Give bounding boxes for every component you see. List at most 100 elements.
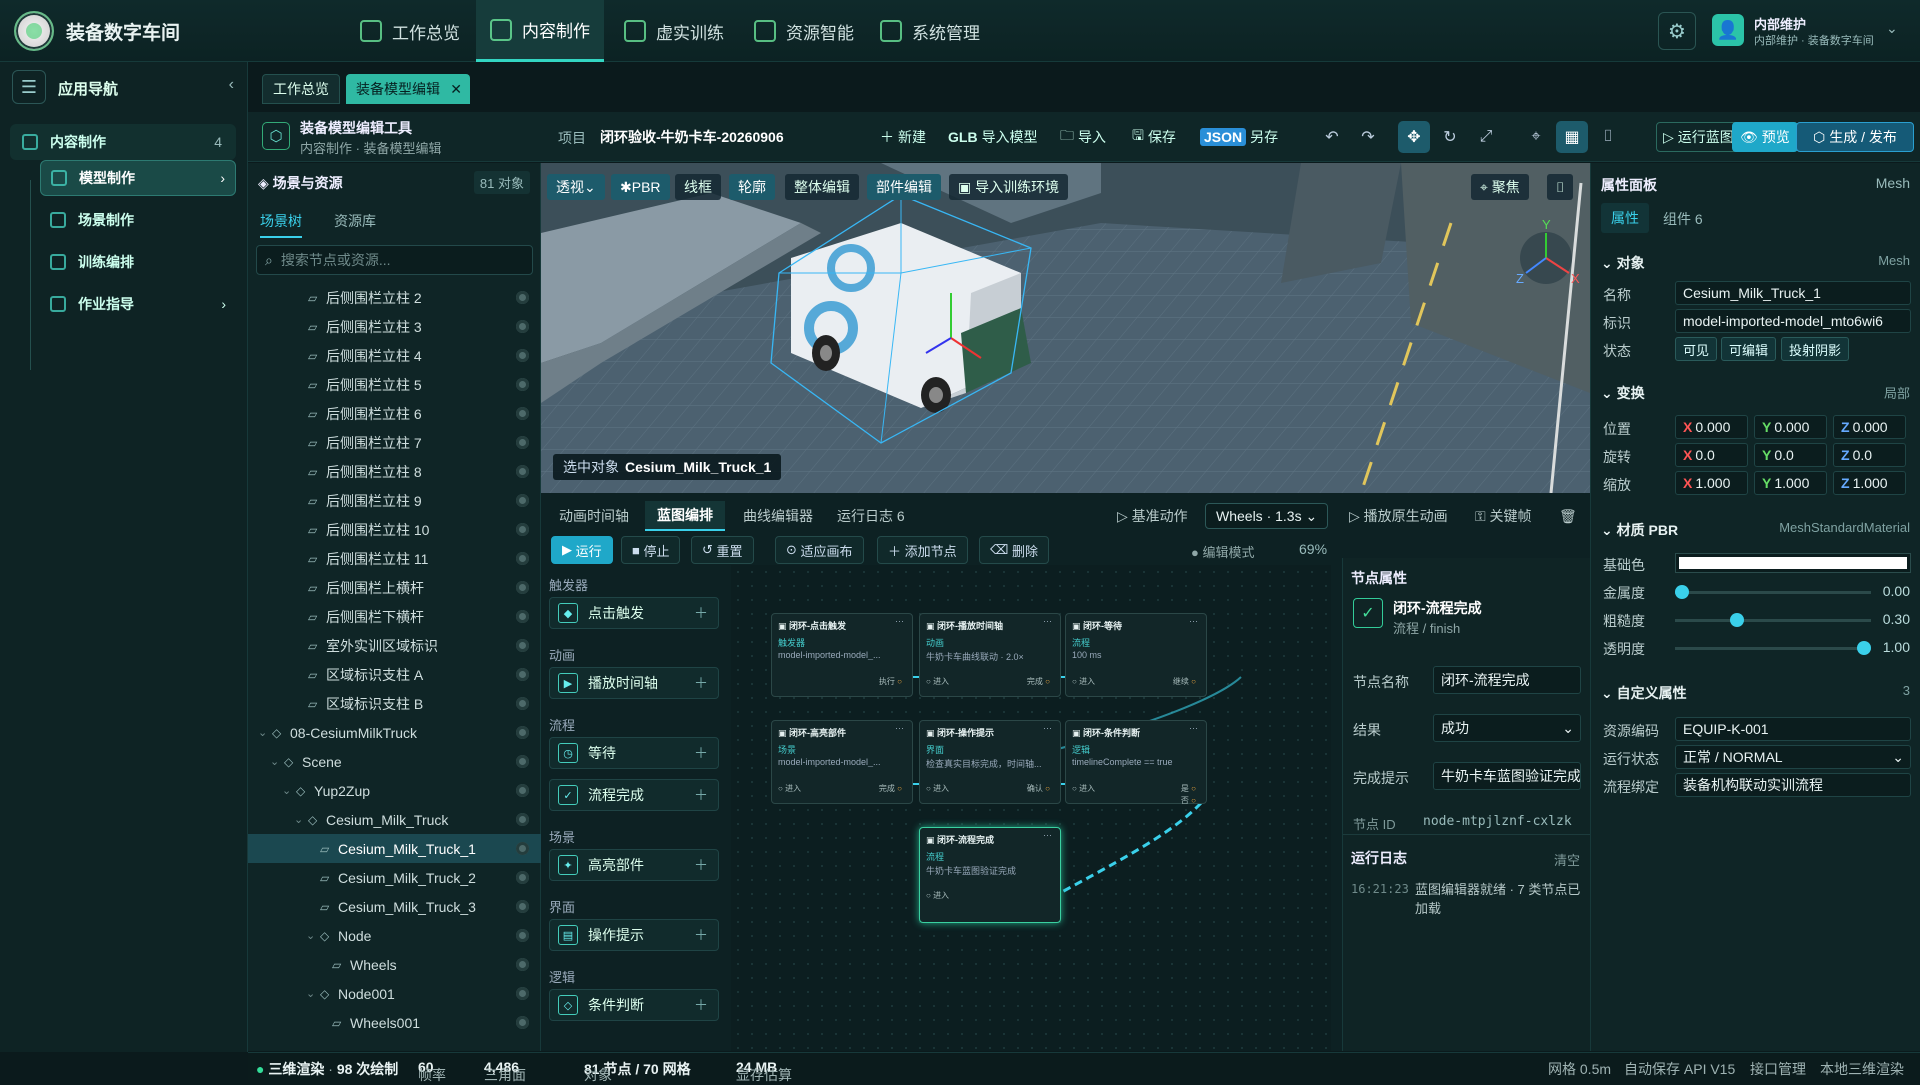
blueprint-node[interactable]: ▣ 闭环-条件判断 ··· 逻辑 timelineComplete == true ○ … <box>1065 720 1207 806</box>
output-pin[interactable]: 否 ○ <box>1181 795 1196 806</box>
blueprint-node[interactable]: ▣ 闭环-播放时间轴 ··· 动画 牛奶卡车曲线联动 · 2.0× ○ 进入 完成 ○ <box>919 613 1061 697</box>
trash-icon[interactable]: 🗑 <box>1559 501 1577 531</box>
nav-section-content[interactable]: 内容制作 4 <box>10 124 236 160</box>
tree-node[interactable]: ▱ 后侧围栏立柱 4 <box>248 341 541 370</box>
screenshot-icon[interactable]: ⌷ <box>1547 174 1574 200</box>
tree-node[interactable]: ▱ 区域标识支柱 B <box>248 689 541 718</box>
api-link[interactable]: 接口管理 <box>1750 1059 1806 1079</box>
publish-button[interactable]: ⬡ 生成 / 发布 <box>1796 122 1914 152</box>
nav-training[interactable]: 虚实训练 <box>610 0 738 62</box>
z-field[interactable]: Z 0.000 <box>1833 415 1906 439</box>
preview-button[interactable]: 👁 预览 <box>1732 122 1798 152</box>
run-blueprint-button[interactable]: ▷ 运行蓝图 <box>1656 122 1741 152</box>
visibility-icon[interactable] <box>516 987 529 1000</box>
visibility-icon[interactable] <box>516 813 529 826</box>
tree-node[interactable]: ⌄ ◇ 08-CesiumMilkTruck <box>248 718 541 747</box>
palette-item[interactable]: ◇ 条件判断 ＋ <box>549 989 719 1021</box>
editable-toggle[interactable]: 可编辑 <box>1721 337 1777 361</box>
redo-icon[interactable]: ↷ <box>1352 121 1384 153</box>
tab-timeline[interactable]: 动画时间轴 <box>559 501 629 531</box>
z-field[interactable]: Z 0.0 <box>1833 443 1906 467</box>
visibility-icon[interactable] <box>516 871 529 884</box>
settings-button[interactable]: ⚙ <box>1658 12 1696 50</box>
import-model-button[interactable]: GLB 导入模型 <box>948 122 1038 152</box>
fit-canvas-button[interactable]: ⊙ 适应画布 <box>775 536 864 564</box>
hint-field[interactable]: 牛奶卡车蓝图验证完成 <box>1433 762 1581 790</box>
visibility-icon[interactable] <box>516 610 529 623</box>
visibility-icon[interactable] <box>516 900 529 913</box>
visibility-icon[interactable] <box>516 523 529 536</box>
nav-content[interactable]: 内容制作 <box>476 0 604 62</box>
visibility-icon[interactable] <box>516 668 529 681</box>
plus-icon[interactable]: ＋ <box>694 855 708 875</box>
visibility-icon[interactable] <box>516 697 529 710</box>
palette-item[interactable]: ▤ 操作提示 ＋ <box>549 919 719 951</box>
custom-value-field[interactable]: EQUIP-K-001 <box>1675 717 1911 741</box>
nav-resource[interactable]: 资源智能 <box>740 0 868 62</box>
tree-node[interactable]: ▱ Cesium_Milk_Truck_1 <box>248 834 541 863</box>
tab-model-editor[interactable]: 装备模型编辑 ✕ <box>346 74 470 104</box>
tree-node[interactable]: ⌄ ◇ Node001 <box>248 979 541 1008</box>
palette-item[interactable]: ▶ 播放时间轴 ＋ <box>549 667 719 699</box>
plus-icon[interactable]: ＋ <box>694 743 708 763</box>
node-name-field[interactable]: 闭环-流程完成 <box>1433 666 1581 694</box>
blueprint-node[interactable]: ▣ 闭环-操作提示 ··· 界面 检查真实目标完成，时间轴... ○ 进入 确认 ○ <box>919 720 1061 804</box>
more-icon[interactable]: ··· <box>1189 616 1198 626</box>
tree-node[interactable]: ▱ 区域标识支柱 A <box>248 660 541 689</box>
tree-node[interactable]: ▱ 后侧围栏上横杆 <box>248 573 541 602</box>
output-pin[interactable]: 完成 ○ <box>879 783 902 794</box>
palette-item[interactable]: ◷ 等待 ＋ <box>549 737 719 769</box>
custom-section[interactable]: ⌄ 自定义属性 <box>1601 683 1687 703</box>
chevron-down-icon[interactable]: ⌄ <box>1886 20 1898 37</box>
palette-item[interactable]: ◆ 点击触发 ＋ <box>549 597 719 629</box>
visibility-icon[interactable] <box>516 465 529 478</box>
expand-caret-icon[interactable]: ⌄ <box>306 987 315 1000</box>
expand-caret-icon[interactable]: ⌄ <box>294 813 303 826</box>
reset-button[interactable]: ↺ 重置 <box>691 536 754 564</box>
y-field[interactable]: Y 1.000 <box>1754 471 1827 495</box>
material-section[interactable]: ⌄ 材质 PBR <box>1601 520 1678 540</box>
tree-node[interactable]: ▱ 后侧围栏下横杆 <box>248 602 541 631</box>
y-field[interactable]: Y 0.000 <box>1754 415 1827 439</box>
output-pin[interactable]: 完成 ○ <box>1027 676 1050 687</box>
user-avatar[interactable]: 👤 <box>1712 14 1744 46</box>
tree-node[interactable]: ▱ 后侧围栏立柱 5 <box>248 370 541 399</box>
sidebar-item-guide[interactable]: 作业指导 › <box>40 286 236 322</box>
plus-icon[interactable]: ＋ <box>694 673 708 693</box>
collapse-icon[interactable]: ‹ <box>229 76 234 94</box>
nav-system[interactable]: 系统管理 <box>866 0 994 62</box>
move-icon[interactable]: ✥ <box>1398 121 1430 153</box>
input-pin[interactable]: ○ 进入 <box>778 783 801 794</box>
blueprint-node[interactable]: ▣ 闭环-流程完成 ··· 流程 牛奶卡车蓝图验证完成 ○ 进入 <box>919 827 1061 923</box>
more-icon[interactable]: ··· <box>1189 723 1198 733</box>
tree-node[interactable]: ▱ 后侧围栏立柱 3 <box>248 312 541 341</box>
slider-thumb[interactable] <box>1675 585 1689 599</box>
close-icon[interactable]: ✕ <box>450 81 462 98</box>
blueprint-canvas[interactable]: ▣ 闭环-点击触发 ··· 触发器 model-imported-model_... 执… <box>731 565 1331 1051</box>
save-button[interactable]: 🖫 保存 <box>1132 122 1176 152</box>
keyframe-button[interactable]: ⚿ 关键帧 <box>1475 501 1532 531</box>
tree-node[interactable]: ▱ 后侧围栏立柱 9 <box>248 486 541 515</box>
undo-icon[interactable]: ↶ <box>1316 121 1348 153</box>
tab-scene-tree[interactable]: 场景树 <box>260 211 302 238</box>
visibility-icon[interactable] <box>516 1016 529 1029</box>
slider-thumb[interactable] <box>1729 613 1744 627</box>
tree-node[interactable]: ⌄ ◇ Cesium_Milk_Truck <box>248 805 541 834</box>
tab-overview[interactable]: 工作总览 <box>262 74 340 104</box>
expand-caret-icon[interactable]: ⌄ <box>282 784 291 797</box>
tree-node[interactable]: ▱ 后侧围栏立柱 10 <box>248 515 541 544</box>
object-section[interactable]: ⌄ 对象 <box>1601 253 1645 273</box>
more-icon[interactable]: ··· <box>1043 616 1052 626</box>
input-pin[interactable]: ○ 进入 <box>926 676 949 687</box>
x-field[interactable]: X 0.0 <box>1675 443 1748 467</box>
tree-node[interactable]: ▱ 室外实训区域标识 <box>248 631 541 660</box>
grid-icon[interactable]: ▦ <box>1556 121 1588 153</box>
output-pin[interactable]: 执行 ○ <box>879 676 902 687</box>
custom-value-field[interactable]: 正常 / NORMAL ⌄ <box>1675 745 1911 769</box>
new-button[interactable]: ＋新建 <box>880 122 926 152</box>
input-pin[interactable]: ○ 进入 <box>1072 676 1095 687</box>
tab-curve-editor[interactable]: 曲线编辑器 <box>743 501 813 531</box>
output-pin[interactable]: 是 ○ <box>1181 783 1196 794</box>
part-edit-button[interactable]: 部件编辑 <box>867 174 941 200</box>
input-pin[interactable]: ○ 进入 <box>926 783 949 794</box>
